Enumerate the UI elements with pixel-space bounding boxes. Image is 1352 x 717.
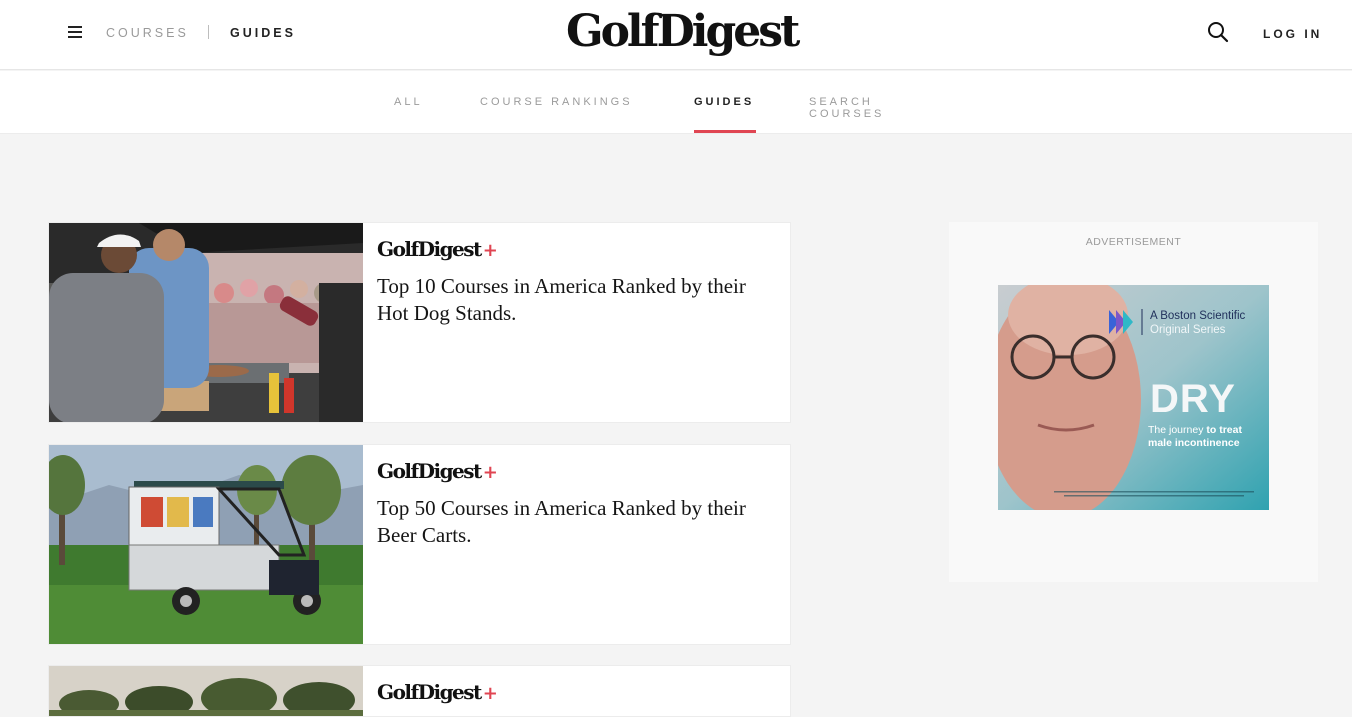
article-title[interactable]: Top 10 Courses in America Ranked by thei…: [377, 273, 757, 327]
golf-digest-logo[interactable]: GolfDigest: [566, 4, 800, 60]
site-header: COURSES GUIDES GolfDigest LOG IN: [0, 0, 1352, 70]
golf-digest-plus-badge: GolfDigest +: [377, 459, 498, 483]
article-card[interactable]: GolfDigest +: [48, 665, 791, 717]
article-card[interactable]: GolfDigest + Top 10 Courses in America Ra…: [48, 222, 791, 423]
nav-guides-link[interactable]: GUIDES: [230, 26, 296, 40]
advertisement-label: ADVERTISEMENT: [1085, 236, 1182, 248]
article-card[interactable]: GolfDigest + Top 50 Courses in America Ra…: [48, 444, 791, 645]
golf-digest-plus-badge: GolfDigest +: [377, 237, 498, 261]
hamburger-menu-icon[interactable]: [66, 24, 86, 40]
ad-title: DRY: [1150, 377, 1236, 421]
ad-tagline: The journey to treat male incontinence: [1148, 424, 1242, 449]
article-thumbnail-hot-dog-stand: [49, 223, 363, 422]
ad-sponsor-text: A Boston Scientific Original Series: [1150, 310, 1246, 336]
tab-guides[interactable]: GUIDES: [694, 96, 754, 108]
active-tab-indicator: [694, 130, 756, 133]
article-title[interactable]: Top 50 Courses in America Ranked by thei…: [377, 495, 757, 549]
tab-all[interactable]: ALL: [394, 96, 423, 108]
advertisement-panel: ADVERTISEMENT A Boston Scientific Origin…: [949, 222, 1318, 582]
article-thumbnail-course: [49, 666, 363, 716]
golf-digest-plus-badge: GolfDigest +: [377, 680, 498, 704]
search-icon[interactable]: [1206, 20, 1230, 44]
nav-divider: [208, 25, 209, 39]
login-link[interactable]: LOG IN: [1263, 27, 1322, 41]
article-thumbnail-beer-cart: [49, 445, 363, 644]
ad-fine-print: [1054, 491, 1254, 497]
guides-subnav: ALL COURSE RANKINGS GUIDES SEARCH COURSE…: [0, 71, 1352, 134]
tab-search-courses[interactable]: SEARCH COURSES: [809, 96, 881, 120]
tab-course-rankings[interactable]: COURSE RANKINGS: [480, 96, 633, 108]
advertisement-banner[interactable]: A Boston Scientific Original Series DRY …: [998, 285, 1269, 510]
nav-courses-link[interactable]: COURSES: [106, 26, 189, 40]
